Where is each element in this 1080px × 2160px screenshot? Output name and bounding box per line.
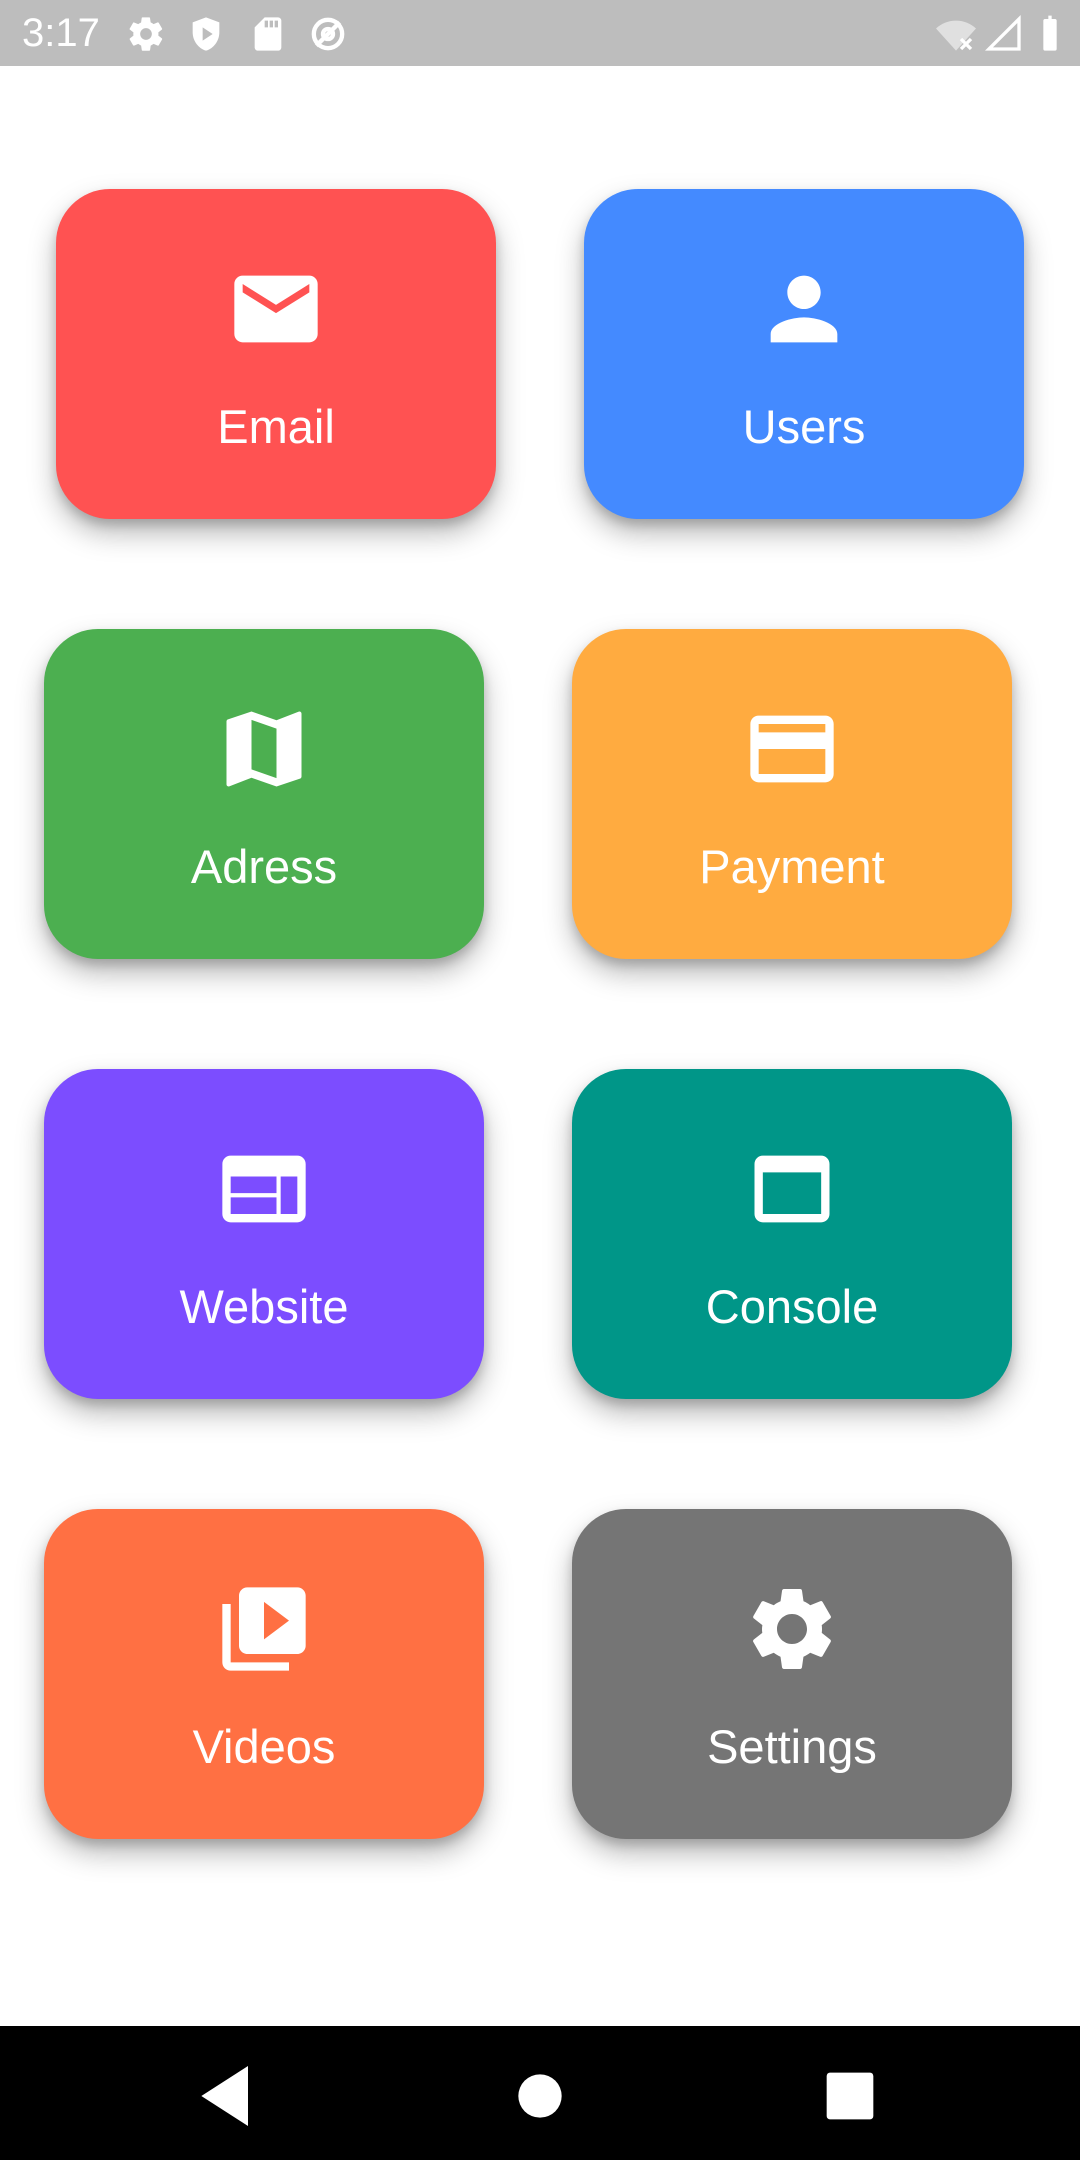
recents-icon[interactable]: [810, 2056, 890, 2136]
window-icon: [572, 1139, 1012, 1239]
gear-icon: [126, 14, 166, 54]
tile-console[interactable]: Console: [572, 1069, 1012, 1399]
battery-icon: [1030, 14, 1070, 54]
tile-label: Payment: [699, 840, 885, 893]
tile-label: Email: [217, 400, 335, 453]
dashboard-grid: Email Users Adress Payment Website Conso…: [0, 66, 1080, 2026]
web-icon: [44, 1139, 484, 1239]
tile-settings[interactable]: Settings: [572, 1509, 1012, 1839]
gear-icon: [572, 1579, 1012, 1679]
tile-label: Settings: [707, 1720, 877, 1773]
video-library-icon: [44, 1579, 484, 1679]
tile-payment[interactable]: Payment: [572, 629, 1012, 959]
no-sync-icon: [308, 14, 348, 54]
status-bar: 3:17: [0, 0, 1080, 66]
tile-adress[interactable]: Adress: [44, 629, 484, 959]
mail-icon: [56, 259, 496, 359]
tile-label: Console: [705, 1280, 879, 1333]
tile-label: Videos: [192, 1720, 336, 1773]
credit-card-icon: [572, 699, 1012, 799]
tile-label: Website: [179, 1280, 349, 1333]
tile-videos[interactable]: Videos: [44, 1509, 484, 1839]
signal-icon: [984, 14, 1024, 54]
navigation-bar: [0, 2026, 1080, 2160]
tile-label: Users: [742, 400, 866, 453]
play-protect-icon: [186, 14, 226, 54]
tile-users[interactable]: Users: [584, 189, 1024, 519]
person-icon: [584, 259, 1024, 359]
map-icon: [44, 699, 484, 799]
wifi-off-icon: [936, 14, 976, 54]
tile-label: Adress: [190, 840, 338, 893]
status-time: 3:17: [22, 11, 100, 55]
tile-email[interactable]: Email: [56, 189, 496, 519]
home-icon[interactable]: [500, 2056, 580, 2136]
sd-card-icon: [248, 14, 288, 54]
back-icon[interactable]: [188, 2056, 268, 2136]
tile-website[interactable]: Website: [44, 1069, 484, 1399]
